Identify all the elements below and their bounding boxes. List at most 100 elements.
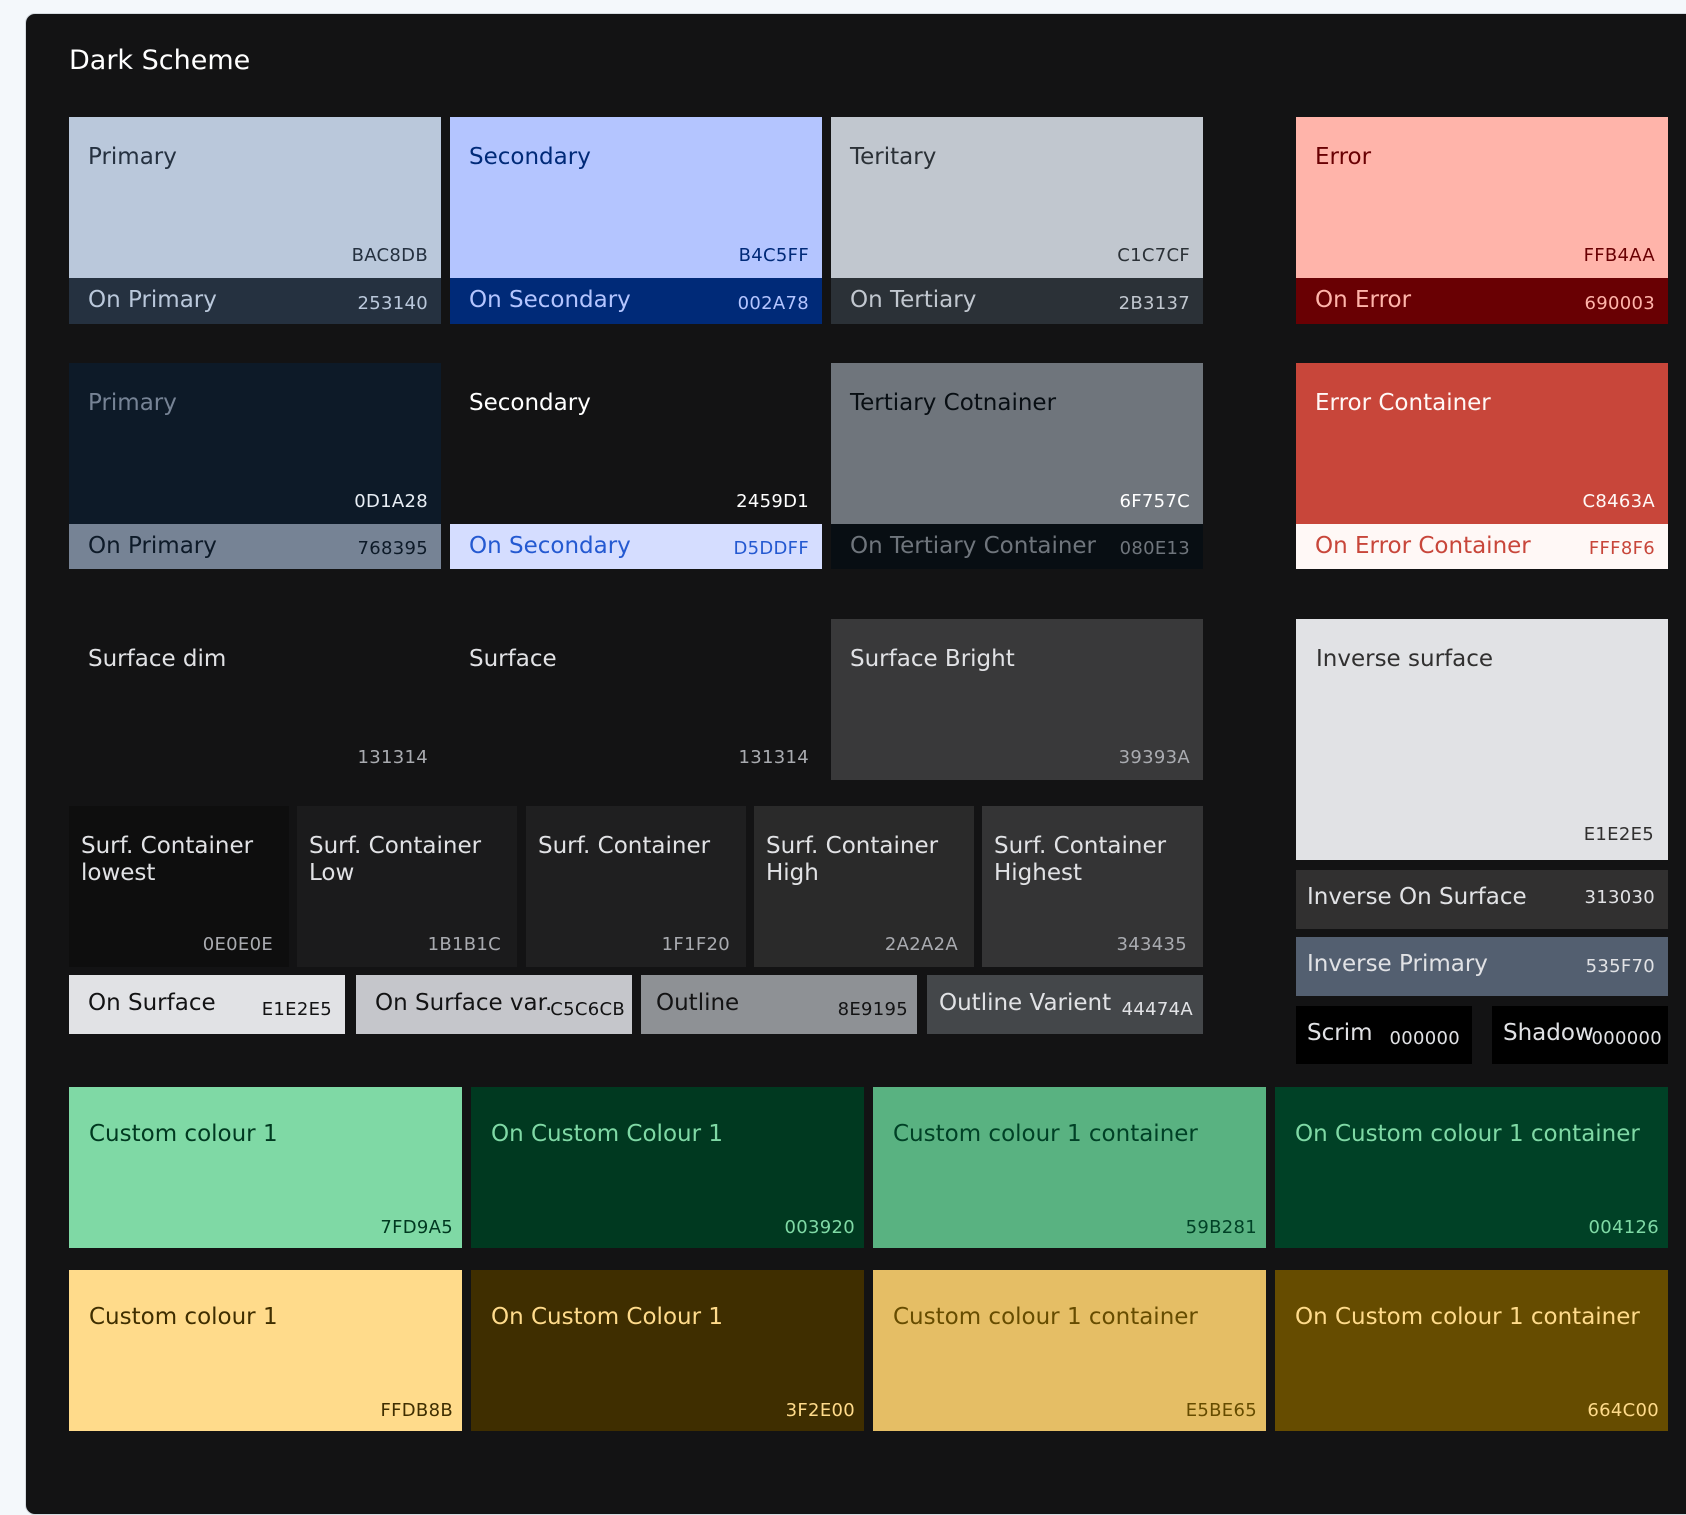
surf-container-lowest-swatch[interactable]: Surf. Container lowest 0E0E0E <box>69 806 289 967</box>
inverse-surface-swatch[interactable]: Inverse surface E1E2E5 <box>1296 619 1668 860</box>
swatch-label: On Primary <box>88 287 217 313</box>
custom-colour-2-swatch[interactable]: Custom colour 1 FFDB8B <box>69 1270 462 1431</box>
tertiary-swatch[interactable]: Teritary C1C7CF <box>831 117 1203 278</box>
swatch-hex: C8463A <box>1582 491 1655 512</box>
swatch-label: Inverse On Surface <box>1307 884 1527 910</box>
on-custom-colour-2-swatch[interactable]: On Custom Colour 1 3F2E00 <box>471 1270 864 1431</box>
swatch-hex: B4C5FF <box>738 245 809 266</box>
swatch-label: Teritary <box>850 144 937 170</box>
swatch-label: On Custom colour 1 container <box>1295 1304 1640 1330</box>
on-surface-swatch[interactable]: On Surface E1E2E5 <box>69 975 345 1034</box>
swatch-hex: 000000 <box>1389 1028 1460 1049</box>
on-primary-swatch[interactable]: On Primary 253140 <box>69 278 441 324</box>
swatch-label: Secondary <box>469 144 591 170</box>
on-error-swatch[interactable]: On Error 690003 <box>1296 278 1668 324</box>
swatch-label: Surf. Container Low <box>309 833 482 886</box>
swatch-hex: 131314 <box>738 747 809 768</box>
on-primary-container-swatch[interactable]: On Primary 768395 <box>69 524 441 569</box>
on-tertiary-swatch[interactable]: On Tertiary 2B3137 <box>831 278 1203 324</box>
swatch-hex: 39393A <box>1118 747 1190 768</box>
swatch-hex: 080E13 <box>1119 538 1190 559</box>
outline-swatch[interactable]: Outline 8E9195 <box>641 975 917 1034</box>
swatch-hex: 313030 <box>1584 887 1655 908</box>
swatch-label: On Tertiary <box>850 287 977 313</box>
swatch-hex: FFDB8B <box>380 1400 453 1421</box>
outline-variant-swatch[interactable]: Outline Varient 44474A <box>927 975 1203 1034</box>
swatch-hex: 6F757C <box>1119 491 1190 512</box>
tertiary-container-swatch[interactable]: Tertiary Cotnainer 6F757C <box>831 363 1203 524</box>
on-custom-colour-1-container-swatch[interactable]: On Custom colour 1 container 004126 <box>1275 1087 1668 1248</box>
surf-container-highest-swatch[interactable]: Surf. Container Highest 343435 <box>982 806 1203 967</box>
on-surface-var-swatch[interactable]: On Surface var. C5C6CB <box>356 975 632 1034</box>
swatch-hex: 3F2E00 <box>785 1400 855 1421</box>
custom-colour-2-container-swatch[interactable]: Custom colour 1 container E5BE65 <box>873 1270 1266 1431</box>
swatch-label: Surface <box>469 646 557 672</box>
swatch-hex: FFB4AA <box>1583 245 1655 266</box>
swatch-label: On Secondary <box>469 533 631 559</box>
swatch-hex: 000000 <box>1591 1028 1662 1049</box>
inverse-primary-swatch[interactable]: Inverse Primary 535F70 <box>1296 937 1668 996</box>
surf-container-high-swatch[interactable]: Surf. Container High 2A2A2A <box>754 806 974 967</box>
surf-container-swatch[interactable]: Surf. Container 1F1F20 <box>526 806 746 967</box>
swatch-label: Scrim <box>1307 1020 1373 1046</box>
swatch-label: On Primary <box>88 533 217 559</box>
secondary-container-swatch[interactable]: Secondary 2459D1 <box>450 363 822 524</box>
swatch-hex: 8E9195 <box>837 999 908 1020</box>
shadow-swatch[interactable]: Shadow 000000 <box>1492 1006 1668 1064</box>
swatch-hex: 003920 <box>784 1217 855 1238</box>
error-container-swatch[interactable]: Error Container C8463A <box>1296 363 1668 524</box>
swatch-label: Custom colour 1 container <box>893 1304 1198 1330</box>
surface-swatch[interactable]: Surface 131314 <box>450 619 822 780</box>
inverse-on-surface-swatch[interactable]: Inverse On Surface 313030 <box>1296 870 1668 929</box>
swatch-hex: 690003 <box>1584 293 1655 314</box>
swatch-label: Inverse Primary <box>1307 951 1488 977</box>
swatch-hex: 0E0E0E <box>202 934 273 955</box>
on-secondary-swatch[interactable]: On Secondary 002A78 <box>450 278 822 324</box>
swatch-hex: 1F1F20 <box>661 934 730 955</box>
swatch-hex: 0D1A28 <box>354 491 428 512</box>
swatch-label: Surface dim <box>88 646 227 672</box>
swatch-hex: 2A2A2A <box>884 934 958 955</box>
swatch-label: Surf. Container <box>538 833 711 859</box>
secondary-swatch[interactable]: Secondary B4C5FF <box>450 117 822 278</box>
swatch-label: Error Container <box>1315 390 1491 416</box>
on-tertiary-container-swatch[interactable]: On Tertiary Container 080E13 <box>831 524 1203 569</box>
swatch-label: Surf. Container High <box>766 833 939 886</box>
swatch-label: On Secondary <box>469 287 631 313</box>
error-swatch[interactable]: Error FFB4AA <box>1296 117 1668 278</box>
on-error-container-swatch[interactable]: On Error Container FFF8F6 <box>1296 524 1668 569</box>
swatch-hex: 131314 <box>357 747 428 768</box>
on-secondary-container-swatch[interactable]: On Secondary D5DDFF <box>450 524 822 569</box>
swatch-hex: 253140 <box>357 293 428 314</box>
swatch-hex: BAC8DB <box>351 245 428 266</box>
swatch-label: Surf. Container Highest <box>994 833 1167 886</box>
surface-dim-swatch[interactable]: Surface dim 131314 <box>69 619 441 780</box>
swatch-hex: 002A78 <box>737 293 809 314</box>
swatch-label: Primary <box>88 144 177 170</box>
swatch-label: On Custom Colour 1 <box>491 1304 723 1330</box>
swatch-hex: D5DDFF <box>733 538 809 559</box>
swatch-hex: 44474A <box>1121 999 1193 1020</box>
scheme-title: Dark Scheme <box>69 45 251 76</box>
on-custom-colour-1-swatch[interactable]: On Custom Colour 1 003920 <box>471 1087 864 1248</box>
swatch-hex: FFF8F6 <box>1588 538 1655 559</box>
on-custom-colour-2-container-swatch[interactable]: On Custom colour 1 container 664C00 <box>1275 1270 1668 1431</box>
scrim-swatch[interactable]: Scrim 000000 <box>1296 1006 1472 1064</box>
swatch-hex: E1E2E5 <box>261 999 332 1020</box>
swatch-hex: 004126 <box>1588 1217 1659 1238</box>
swatch-label: Shadow <box>1503 1020 1594 1046</box>
primary-container-swatch[interactable]: Primary 0D1A28 <box>69 363 441 524</box>
primary-swatch[interactable]: Primary BAC8DB <box>69 117 441 278</box>
custom-colour-1-swatch[interactable]: Custom colour 1 7FD9A5 <box>69 1087 462 1248</box>
swatch-hex: E1E2E5 <box>1583 824 1654 845</box>
swatch-label: Surface Bright <box>850 646 1015 672</box>
swatch-label: On Error Container <box>1315 533 1531 559</box>
swatch-label: Custom colour 1 <box>89 1121 278 1147</box>
swatch-label: Tertiary Cotnainer <box>850 390 1057 416</box>
swatch-label: Inverse surface <box>1316 646 1494 672</box>
custom-colour-1-container-swatch[interactable]: Custom colour 1 container 59B281 <box>873 1087 1266 1248</box>
swatch-label: Custom colour 1 <box>89 1304 278 1330</box>
swatch-hex: 343435 <box>1116 934 1187 955</box>
surface-bright-swatch[interactable]: Surface Bright 39393A <box>831 619 1203 780</box>
surf-container-low-swatch[interactable]: Surf. Container Low 1B1B1C <box>297 806 517 967</box>
